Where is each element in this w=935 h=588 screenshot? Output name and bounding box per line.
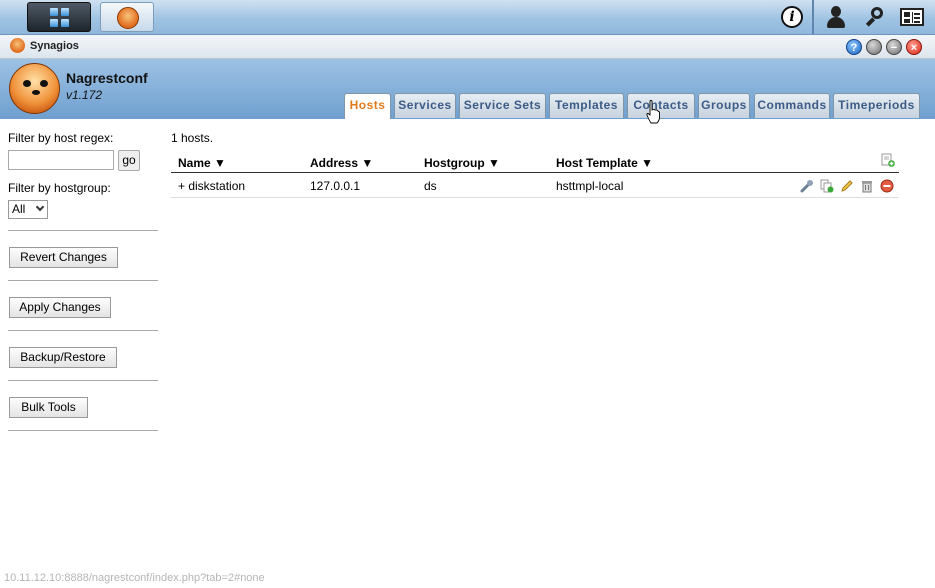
column-header-address[interactable]: Address ▼ (310, 156, 373, 170)
disable-icon[interactable] (880, 179, 894, 193)
meerkat-icon (10, 38, 25, 53)
status-url: 10.11.12.10:8888/nagrestconf/index.php?t… (4, 572, 265, 584)
window-titlebar: Synagios ? − × (0, 35, 935, 59)
close-button[interactable]: × (906, 39, 922, 55)
divider (8, 430, 158, 431)
add-host-icon[interactable] (881, 153, 895, 167)
taskbar-separator (812, 0, 814, 34)
backup-restore-button[interactable]: Backup/Restore (9, 347, 117, 368)
hostgroup-select-value: All (12, 202, 26, 216)
table-row-divider (171, 197, 899, 198)
revert-changes-button[interactable]: Revert Changes (9, 247, 118, 268)
user-icon[interactable] (825, 5, 847, 29)
tab-timeperiods[interactable]: Timeperiods (833, 93, 920, 118)
host-template-cell: hsttmpl-local (556, 179, 624, 193)
host-count: 1 hosts. (171, 131, 214, 145)
taskbar: i (0, 0, 935, 35)
edit-icon[interactable] (840, 179, 854, 193)
divider (8, 330, 158, 331)
column-header-host-template[interactable]: Host Template ▼ (556, 156, 653, 170)
tab-commands[interactable]: Commands (754, 93, 830, 118)
help-button[interactable]: ? (846, 39, 862, 55)
apply-changes-button[interactable]: Apply Changes (9, 297, 111, 318)
main-menu-button[interactable] (27, 2, 91, 32)
host-name-cell[interactable]: + diskstation (178, 179, 245, 193)
divider (8, 380, 158, 381)
layout-icon[interactable] (900, 8, 924, 26)
restore-button[interactable] (866, 39, 882, 55)
tab-services[interactable]: Services (394, 93, 456, 118)
go-button[interactable]: go (118, 150, 140, 171)
filter-regex-label: Filter by host regex: (8, 131, 114, 145)
host-regex-input[interactable] (8, 150, 114, 170)
table-header-divider (171, 172, 899, 173)
host-hostgroup-cell: ds (424, 179, 437, 193)
window-title: Synagios (30, 40, 79, 52)
info-icon[interactable]: i (781, 6, 803, 28)
column-header-hostgroup[interactable]: Hostgroup ▼ (424, 156, 500, 170)
tab-groups[interactable]: Groups (698, 93, 750, 118)
search-icon[interactable] (864, 5, 886, 29)
tab-service-sets[interactable]: Service Sets (459, 93, 546, 118)
tab-bar: Hosts Services Service Sets Templates Co… (0, 93, 935, 119)
app-name: Nagrestconf (66, 70, 148, 86)
meerkat-icon (117, 7, 139, 29)
tab-templates[interactable]: Templates (549, 93, 624, 118)
column-header-name[interactable]: Name ▼ (178, 156, 226, 170)
grid-icon (50, 8, 70, 28)
chevron-down-icon (35, 202, 45, 212)
divider (8, 280, 158, 281)
tab-hosts[interactable]: Hosts (344, 93, 391, 119)
hand-cursor-icon (646, 100, 660, 124)
taskbar-app-synagios[interactable] (100, 2, 154, 32)
host-address-cell: 127.0.0.1 (310, 179, 361, 193)
tab-contacts[interactable]: Contacts (627, 93, 695, 118)
minimize-button[interactable]: − (886, 39, 902, 55)
divider (8, 230, 158, 231)
bulk-tools-button[interactable]: Bulk Tools (9, 397, 88, 418)
wrench-icon[interactable] (800, 179, 814, 193)
delete-icon[interactable] (860, 179, 874, 193)
hostgroup-select[interactable]: All (8, 200, 48, 219)
filter-hostgroup-label: Filter by hostgroup: (8, 181, 111, 195)
clone-icon[interactable] (820, 179, 834, 193)
status-bar: 10.11.12.10:8888/nagrestconf/index.php?t… (0, 569, 935, 588)
